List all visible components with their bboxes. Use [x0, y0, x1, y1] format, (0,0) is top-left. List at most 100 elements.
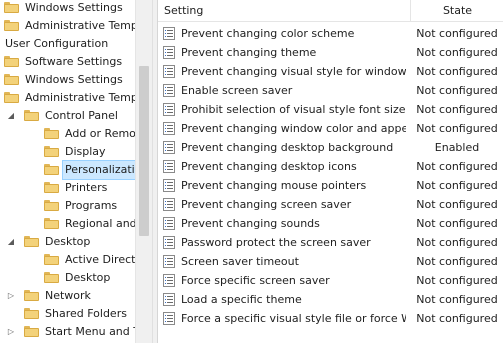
table-row[interactable]: Prevent changing mouse pointers Not confi… [158, 176, 503, 195]
folder-icon [24, 236, 39, 247]
policy-setting-icon [163, 46, 175, 59]
tree-item[interactable]: Administrative Templates [0, 17, 135, 35]
navigation-tree: Windows Settings Administrative Templates… [0, 0, 135, 343]
setting-state: Not configured [416, 217, 498, 230]
tree-item[interactable]: ◢ Control Panel [0, 107, 135, 125]
table-row[interactable]: Prevent changing desktop background Enabl… [158, 138, 503, 157]
tree-item-label: Windows Settings [25, 1, 123, 14]
tree-item[interactable]: Windows Settings [0, 71, 135, 89]
tree-item[interactable]: Desktop [0, 269, 135, 287]
tree-item-label: Desktop [45, 235, 91, 248]
tree-item[interactable]: ▷ Network [0, 287, 135, 305]
tree-item[interactable]: ▷ Start Menu and Taskbar [0, 323, 135, 341]
table-row[interactable]: Force specific screen saver Not configure… [158, 271, 503, 290]
tree-item-label: Desktop [65, 271, 111, 284]
setting-name: Load a specific theme [181, 293, 302, 306]
tree-item-label: Windows Settings [25, 73, 123, 86]
table-row[interactable]: Prevent changing desktop icons Not config… [158, 157, 503, 176]
setting-name: Prevent changing mouse pointers [181, 179, 367, 192]
table-row[interactable]: Prevent changing screen saver Not configu… [158, 195, 503, 214]
tree-item-label: Printers [65, 181, 108, 194]
setting-state: Not configured [416, 84, 498, 97]
tree-item[interactable]: Administrative Templates [0, 89, 135, 107]
table-row[interactable]: Prohibit selection of visual style font … [158, 100, 503, 119]
policy-setting-icon [163, 84, 175, 97]
tree-item-label: Software Settings [25, 55, 123, 68]
tree-item-label: Programs [65, 199, 118, 212]
policy-setting-icon [163, 160, 175, 173]
list-header: Setting State [158, 0, 503, 22]
table-row[interactable]: Prevent changing color scheme Not configu… [158, 24, 503, 43]
tree-item-label: Network [45, 289, 91, 302]
policy-setting-icon [163, 293, 175, 306]
table-row[interactable]: Enable screen saver Not configured [158, 81, 503, 100]
setting-state: Not configured [416, 236, 498, 249]
tree-item[interactable]: Printers [0, 179, 135, 197]
folder-icon [24, 308, 39, 319]
table-row[interactable]: Load a specific theme Not configured [158, 290, 503, 309]
table-row[interactable]: Force a specific visual style file or fo… [158, 309, 503, 328]
tree-scrollbar[interactable] [135, 0, 152, 343]
setting-name: Password protect the screen saver [181, 236, 371, 249]
collapse-arrow-icon[interactable]: ◢ [6, 107, 16, 125]
policy-setting-icon [163, 255, 175, 268]
setting-state: Not configured [416, 179, 498, 192]
setting-name: Prevent changing color scheme [181, 27, 355, 40]
table-row[interactable]: Password protect the screen saver Not con… [158, 233, 503, 252]
tree-item-label: Personalization [61, 160, 135, 180]
tree-item[interactable]: Windows Settings [0, 0, 135, 17]
policy-setting-icon [163, 198, 175, 211]
column-header-state[interactable]: State [410, 0, 503, 21]
folder-icon [44, 200, 59, 211]
setting-name: Enable screen saver [181, 84, 293, 97]
folder-icon [4, 74, 19, 85]
folder-icon [24, 326, 39, 337]
setting-name: Prevent changing visual style for window… [181, 65, 406, 78]
table-row[interactable]: Prevent changing window color and appear… [158, 119, 503, 138]
setting-state: Not configured [416, 27, 498, 40]
setting-name: Prohibit selection of visual style font … [181, 103, 406, 116]
tree-item[interactable]: Shared Folders [0, 305, 135, 323]
tree-item[interactable]: Programs [0, 197, 135, 215]
tree-item-label: Administrative Templates [25, 19, 135, 32]
policy-setting-icon [163, 27, 175, 40]
tree-item[interactable]: Personalization [0, 160, 135, 180]
setting-state: Not configured [416, 122, 498, 135]
tree-item[interactable]: Active Directory [0, 251, 135, 269]
folder-icon [44, 182, 59, 193]
tree-item[interactable]: Display [0, 143, 135, 161]
policy-setting-icon [163, 122, 175, 135]
tree-item[interactable]: Software Settings [0, 53, 135, 71]
column-header-setting[interactable]: Setting [164, 0, 404, 21]
table-row[interactable]: Prevent changing sounds Not configured [158, 214, 503, 233]
tree-item-label: User Configuration [5, 37, 109, 50]
tree-item-label: Display [65, 145, 106, 158]
tree-item[interactable]: ◢ Desktop [0, 233, 135, 251]
collapse-arrow-icon[interactable]: ◢ [6, 233, 16, 251]
expand-arrow-icon[interactable]: ▷ [6, 323, 16, 341]
table-row[interactable]: Prevent changing visual style for window… [158, 62, 503, 81]
expand-arrow-icon[interactable]: ▷ [6, 287, 16, 305]
table-row[interactable]: Prevent changing theme Not configured [158, 43, 503, 62]
tree-item[interactable]: Add or Remove Programs [0, 125, 135, 143]
setting-name: Prevent changing window color and appear… [181, 122, 406, 135]
folder-icon [24, 110, 39, 121]
setting-name: Screen saver timeout [181, 255, 299, 268]
policy-setting-icon [163, 217, 175, 230]
folder-icon [44, 164, 59, 175]
table-row[interactable]: Screen saver timeout Not configured [158, 252, 503, 271]
tree-item[interactable]: Regional and Language Options [0, 215, 135, 233]
tree-item-label: Shared Folders [45, 307, 127, 320]
tree-item-label: Add or Remove Programs [65, 127, 135, 140]
folder-icon [24, 290, 39, 301]
policy-setting-icon [163, 65, 175, 78]
tree-scrollbar-thumb[interactable] [139, 66, 149, 236]
tree-item[interactable]: User Configuration [0, 35, 135, 53]
policy-setting-icon [163, 141, 175, 154]
setting-state: Not configured [416, 65, 498, 78]
folder-icon [44, 146, 59, 157]
setting-name: Prevent changing theme [181, 46, 317, 59]
setting-state: Not configured [416, 103, 498, 116]
setting-state: Not configured [416, 160, 498, 173]
setting-state: Not configured [416, 312, 498, 325]
